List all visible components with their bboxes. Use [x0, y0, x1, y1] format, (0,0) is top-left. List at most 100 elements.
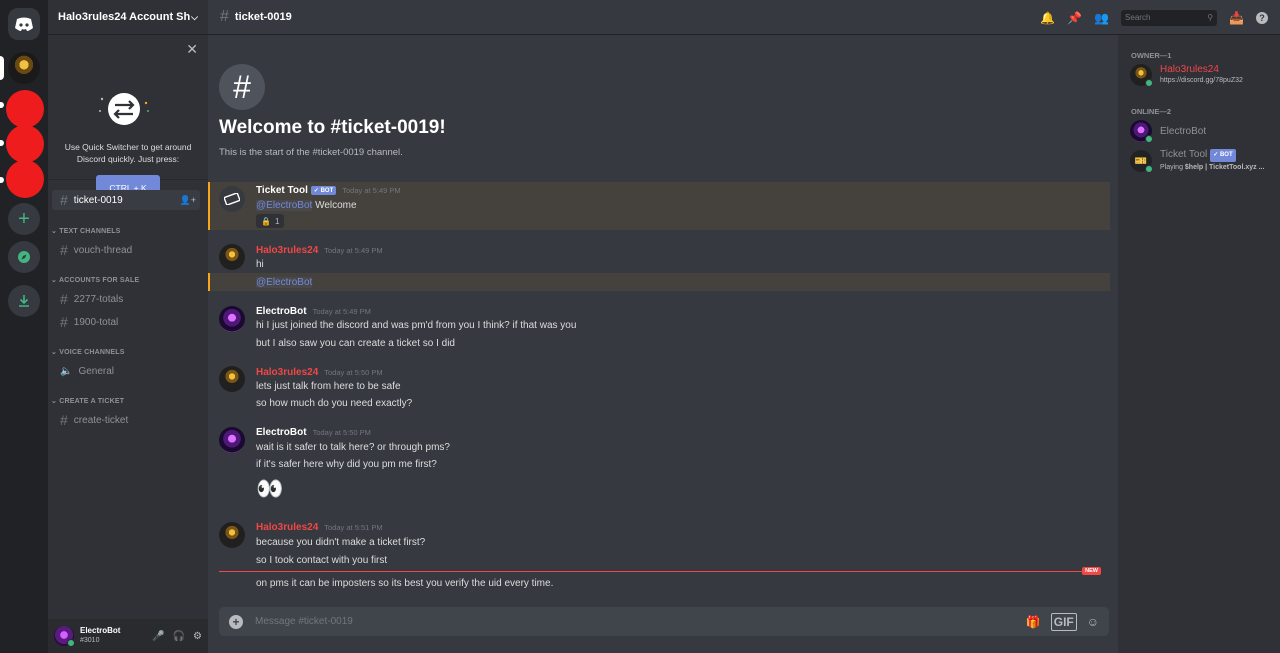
- category-voice-channels[interactable]: ⌄ VOICE CHANNELS: [51, 348, 125, 356]
- user-info: ElectroBot #3010: [80, 626, 120, 646]
- hash-icon: #: [60, 242, 68, 258]
- avatar[interactable]: [219, 244, 245, 270]
- reaction-lock[interactable]: 🔒 1: [256, 214, 285, 228]
- pin-icon[interactable]: 📌: [1067, 11, 1082, 25]
- help-icon[interactable]: ?: [1256, 11, 1268, 24]
- channel-create-ticket[interactable]: # create-ticket: [52, 410, 200, 430]
- avatar: [1130, 64, 1153, 87]
- message-author[interactable]: Ticket Tool ✓ BOT Today at 5:49 PM: [256, 185, 401, 196]
- user-mention[interactable]: @ElectroBot: [256, 200, 313, 211]
- message-author[interactable]: Halo3rules24 Today at 5:50 PM: [256, 367, 383, 378]
- avatar[interactable]: [219, 306, 245, 332]
- search-placeholder: Search: [1125, 13, 1151, 22]
- message-author[interactable]: ElectroBot Today at 5:49 PM: [256, 306, 371, 317]
- hash-icon: #: [60, 314, 68, 330]
- bell-icon[interactable]: 🔔: [1040, 11, 1055, 25]
- header-toolbar: 🔔 📌 👥 Search ⚲ 📥 ?: [1040, 0, 1280, 35]
- emoji-icon[interactable]: ☺: [1087, 615, 1099, 629]
- chevron-down-icon: ⌵: [191, 11, 198, 22]
- member-status: Playing $help | TicketTool.xyz ...: [1160, 162, 1264, 173]
- gear-icon[interactable]: ⚙: [193, 631, 202, 642]
- message-input[interactable]: [255, 616, 1016, 627]
- message-content: @ElectroBot: [256, 277, 313, 288]
- lock-icon: 🔒: [261, 216, 271, 226]
- server-icon-redacted[interactable]: [6, 125, 44, 163]
- category-label: ACCOUNTS FOR SALE: [58, 277, 140, 284]
- category-create-a-ticket[interactable]: ⌄ CREATE A TICKET: [51, 397, 124, 405]
- user-panel: ElectroBot #3010 🎤 🎧 ⚙: [48, 619, 208, 653]
- server-rail: +: [0, 0, 48, 653]
- message-timestamp: Today at 5:49 PM: [342, 186, 401, 195]
- message-author[interactable]: Halo3rules24 Today at 5:51 PM: [256, 522, 383, 533]
- avatar[interactable]: [219, 427, 245, 453]
- eyes-emoji[interactable]: 👀: [256, 476, 283, 502]
- member-group-online: ONLINE—2: [1131, 107, 1172, 116]
- voice-channel-general[interactable]: 🔈 General: [52, 361, 200, 381]
- status-game: $help | TicketTool.xyz ...: [1184, 164, 1265, 171]
- member-electrobot[interactable]: ElectroBot: [1130, 120, 1206, 143]
- bot-badge: ✓ BOT: [310, 186, 337, 195]
- message-timestamp: Today at 5:49 PM: [324, 246, 383, 255]
- author-name: Halo3rules24: [256, 367, 319, 378]
- avatar[interactable]: [54, 626, 75, 647]
- category-text-channels[interactable]: ⌄ TEXT CHANNELS: [51, 227, 121, 235]
- message-text: hi I just joined the discord and was pm'…: [256, 320, 577, 331]
- headphones-icon[interactable]: 🎧: [173, 631, 185, 642]
- add-member-icon[interactable]: 👤+: [180, 195, 196, 206]
- reaction-count: 1: [274, 216, 280, 226]
- category-accounts-for-sale[interactable]: ⌄ ACCOUNTS FOR SALE: [51, 276, 139, 284]
- plus-icon[interactable]: +: [8, 203, 40, 235]
- compass-icon[interactable]: [8, 241, 40, 273]
- guild-header[interactable]: Halo3rules24 Account Sh... ⌵: [48, 0, 208, 35]
- message-author[interactable]: ElectroBot Today at 5:50 PM: [256, 427, 371, 438]
- avatar[interactable]: [219, 522, 245, 548]
- channel-title: ticket-0019: [234, 11, 292, 23]
- member-halo3rules24[interactable]: Halo3rules24 https://discord.gg/78puZ32: [1130, 64, 1243, 87]
- message-timestamp: Today at 5:50 PM: [324, 368, 383, 377]
- hash-icon: #: [60, 192, 68, 208]
- bot-badge: ✓ BOT: [1210, 149, 1236, 162]
- avatar[interactable]: [219, 186, 245, 212]
- server-icon-halo[interactable]: [8, 52, 40, 84]
- member-name: Halo3rules24: [1160, 64, 1219, 75]
- channel-ticket-0019[interactable]: # ticket-0019 👤+: [52, 190, 200, 210]
- member-info: Halo3rules24 https://discord.gg/78puZ32: [1160, 64, 1243, 86]
- members-icon[interactable]: 👥: [1094, 11, 1109, 25]
- close-icon[interactable]: ✕: [186, 41, 198, 58]
- quick-switcher-tip: ✕ Use Quick Switcher to get around Disco…: [48, 35, 208, 200]
- avatar[interactable]: [219, 366, 245, 392]
- channel-label: General: [78, 365, 115, 377]
- new-messages-divider: NEW: [219, 567, 1101, 575]
- message-text: so I took contact with you first: [256, 555, 388, 566]
- gif-button[interactable]: GIF: [1050, 612, 1077, 631]
- ticket-icon: [224, 193, 240, 205]
- channel-hash-icon: #: [219, 64, 265, 110]
- gift-icon[interactable]: 🎁: [1026, 615, 1041, 629]
- search-input[interactable]: Search ⚲: [1121, 9, 1218, 26]
- mute-microphone-icon[interactable]: 🎤: [152, 631, 164, 642]
- hash-icon: #: [220, 8, 229, 25]
- channel-1900-total[interactable]: #1900-total: [52, 312, 200, 332]
- hash-icon: #: [60, 291, 68, 307]
- download-icon[interactable]: [8, 285, 40, 317]
- member-name: Ticket Tool: [1160, 149, 1208, 160]
- search-icon: ⚲: [1207, 13, 1214, 22]
- server-icon-redacted[interactable]: [6, 160, 44, 198]
- inbox-icon[interactable]: 📥: [1229, 11, 1244, 25]
- channel-2277-totals[interactable]: #2277-totals: [52, 289, 200, 309]
- author-name: Halo3rules24: [256, 522, 319, 533]
- upload-plus-icon[interactable]: +: [229, 614, 243, 629]
- channel-vouch-thread[interactable]: # vouch-thread: [52, 240, 200, 260]
- channel-sidebar: Halo3rules24 Account Sh... ⌵ ✕ Use Quick…: [48, 0, 208, 653]
- message-author[interactable]: Halo3rules24 Today at 5:49 PM: [256, 245, 383, 256]
- discord-logo-icon[interactable]: [8, 8, 40, 40]
- mention-highlight: [208, 273, 1110, 291]
- message-text: hi: [256, 259, 264, 270]
- author-name: ElectroBot: [256, 306, 307, 317]
- avatar: [1130, 120, 1153, 143]
- user-mention[interactable]: @ElectroBot: [256, 277, 313, 288]
- welcome-subtitle: This is the start of the #ticket-0019 ch…: [219, 147, 403, 158]
- server-icon-redacted[interactable]: [6, 90, 44, 128]
- discord-app: + Halo3rules24 Account Sh... ⌵ ✕ Use Qui…: [0, 0, 1280, 653]
- member-ticket-tool[interactable]: 🎫 Ticket Tool ✓ BOT Playing $help | Ticke…: [1130, 149, 1264, 173]
